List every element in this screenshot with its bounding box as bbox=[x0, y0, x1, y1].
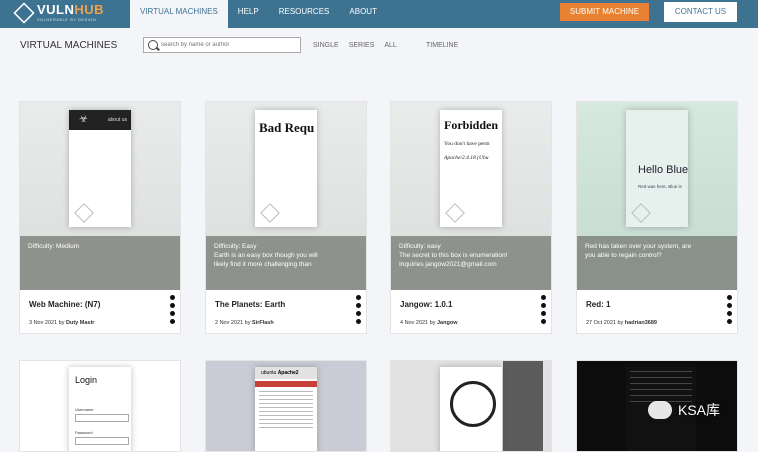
overlay-line: Earth is an easy box though you will bbox=[214, 252, 318, 259]
more-options-icon[interactable] bbox=[170, 295, 175, 324]
vm-author[interactable]: hadrian3689 bbox=[625, 320, 657, 326]
nav-virtual-machines[interactable]: VIRTUAL MACHINES bbox=[130, 0, 228, 28]
vm-meta: 4 Nov 2021 by Jangow bbox=[400, 320, 457, 326]
logo-name: VULN bbox=[37, 2, 75, 17]
vm-description-overlay: Red has taken over your system, are you … bbox=[577, 236, 737, 290]
shot-banner bbox=[255, 381, 317, 387]
logo-accent: HUB bbox=[74, 2, 105, 17]
logo-icon bbox=[13, 2, 35, 24]
page-title: VIRTUAL MACHINES bbox=[20, 40, 118, 51]
shot-title: Bad Requ bbox=[259, 120, 315, 135]
main-nav: VIRTUAL MACHINES HELP RESOURCES ABOUT bbox=[130, 0, 387, 28]
vm-title[interactable]: Jangow: 1.0.1 bbox=[400, 300, 452, 309]
vm-date: 27 Oct 2021 by bbox=[586, 320, 624, 326]
more-options-icon[interactable] bbox=[541, 295, 546, 324]
vm-card[interactable] bbox=[390, 360, 552, 452]
username-field bbox=[75, 414, 129, 422]
submit-machine-button[interactable]: SUBMIT MACHINE bbox=[560, 3, 649, 21]
vm-card[interactable]: Forbidden You don't have perm Apache/2.4… bbox=[390, 101, 552, 334]
vm-title[interactable]: Red: 1 bbox=[586, 300, 610, 309]
filter-single[interactable]: SINGLE bbox=[313, 42, 339, 49]
vm-date: 4 Nov 2021 by bbox=[400, 320, 436, 326]
character-logo-icon bbox=[450, 381, 496, 427]
vm-author[interactable]: SirFlash bbox=[252, 320, 274, 326]
shot-shadow bbox=[503, 361, 543, 451]
nav-help[interactable]: HELP bbox=[228, 0, 269, 28]
vm-card[interactable]: Bad Requ Difficulty: Easy Earth is an ea… bbox=[205, 101, 367, 334]
username-label: Username bbox=[75, 407, 94, 412]
watermark-text: KSA库 bbox=[678, 402, 721, 418]
biohazard-icon: ☣ bbox=[79, 114, 88, 125]
shot-header: ubuntu Apache2 bbox=[255, 367, 317, 379]
more-options-icon[interactable] bbox=[356, 295, 361, 324]
logo-tagline: VULNERABLE BY DESIGN bbox=[37, 17, 97, 22]
vm-card[interactable]: ☣ about us Difficulty: Medium Web Machine… bbox=[19, 101, 181, 334]
filter-timeline[interactable]: TIMELINE bbox=[426, 42, 458, 49]
overlay-line: Inquiries jangow2021@gmail.com bbox=[399, 261, 497, 268]
shot-line: Apache/2.4.18 (Ubu bbox=[444, 155, 489, 161]
screenshot-preview bbox=[440, 367, 502, 451]
vm-date: 2 Nov 2021 by bbox=[215, 320, 251, 326]
shot-title: about us bbox=[107, 117, 127, 123]
top-nav-bar: VULNHUB VULNERABLE BY DESIGN VIRTUAL MAC… bbox=[0, 0, 758, 28]
vm-card[interactable]: Login Username Password bbox=[19, 360, 181, 452]
vm-author[interactable]: Duty Mastr bbox=[66, 320, 94, 326]
vm-author[interactable]: Jangow bbox=[437, 320, 457, 326]
overlay-line: Difficulty: Medium bbox=[28, 243, 80, 250]
filter-series[interactable]: SERIES bbox=[349, 42, 375, 49]
overlay-line: Difficulty: Easy bbox=[214, 243, 257, 250]
vm-description-overlay: Difficulty: easy The secret to this box … bbox=[391, 236, 551, 290]
screenshot-preview: ubuntu Apache2 bbox=[255, 367, 317, 451]
vm-date: 3 Nov 2021 by bbox=[29, 320, 65, 326]
overlay-line: The secret to this box is enumeration! bbox=[399, 252, 508, 259]
search-box[interactable] bbox=[143, 37, 301, 53]
terminal-lines bbox=[630, 371, 692, 403]
apache-label: Apache2 bbox=[277, 370, 299, 376]
vm-title[interactable]: Web Machine: (N7) bbox=[29, 300, 100, 309]
vm-description-overlay: Difficulty: Easy Earth is an easy box th… bbox=[206, 236, 366, 290]
shot-header: ☣ about us bbox=[69, 110, 131, 130]
shot-title: Hello Blue bbox=[638, 164, 688, 176]
vm-thumbnail: Hello Blue Red was here, Blue is Red has… bbox=[577, 102, 737, 290]
nav-resources[interactable]: RESOURCES bbox=[269, 0, 340, 28]
search-input[interactable] bbox=[161, 39, 296, 51]
vm-card[interactable]: ubuntu Apache2 bbox=[205, 360, 367, 452]
filter-all[interactable]: ALL bbox=[384, 42, 396, 49]
shot-title: Forbidden bbox=[444, 118, 499, 132]
shot-line: You don't have perm bbox=[444, 141, 490, 147]
login-title: Login bbox=[75, 375, 98, 385]
wechat-icon bbox=[648, 401, 672, 419]
vm-title[interactable]: The Planets: Earth bbox=[215, 300, 285, 309]
search-icon bbox=[148, 40, 158, 50]
vm-meta: 3 Nov 2021 by Duty Mastr bbox=[29, 320, 94, 326]
overlay-line: Red has taken over your system, are bbox=[585, 243, 692, 250]
shot-line: Red was here, Blue is bbox=[638, 184, 682, 189]
vm-thumbnail: Forbidden You don't have perm Apache/2.4… bbox=[391, 102, 551, 290]
vm-thumbnail: Bad Requ Difficulty: Easy Earth is an ea… bbox=[206, 102, 366, 290]
filter-links: SINGLE SERIES ALL bbox=[313, 42, 397, 49]
overlay-line: Difficulty: easy bbox=[399, 243, 441, 250]
vulnhub-logo[interactable]: VULNHUB VULNERABLE BY DESIGN bbox=[13, 2, 105, 24]
screenshot-preview: Login Username Password bbox=[69, 367, 131, 451]
ubuntu-label: ubuntu bbox=[261, 370, 277, 376]
password-label: Password bbox=[75, 430, 93, 435]
shot-text-lines bbox=[259, 391, 313, 431]
overlay-line: you able to regain control? bbox=[585, 252, 662, 259]
vm-thumbnail: ☣ about us Difficulty: Medium bbox=[20, 102, 180, 290]
overlay-line: likely find it more challenging than bbox=[214, 261, 312, 268]
vm-meta: 27 Oct 2021 by hadrian3689 bbox=[586, 320, 657, 326]
vm-meta: 2 Nov 2021 by SirFlash bbox=[215, 320, 274, 326]
vm-description-overlay: Difficulty: Medium bbox=[20, 236, 180, 290]
nav-about[interactable]: ABOUT bbox=[339, 0, 387, 28]
more-options-icon[interactable] bbox=[727, 295, 732, 324]
password-field bbox=[75, 437, 129, 445]
contact-us-button[interactable]: CONTACT US bbox=[664, 2, 737, 22]
vm-card[interactable]: Hello Blue Red was here, Blue is Red has… bbox=[576, 101, 738, 334]
ksa-watermark: KSA库 bbox=[648, 400, 720, 420]
